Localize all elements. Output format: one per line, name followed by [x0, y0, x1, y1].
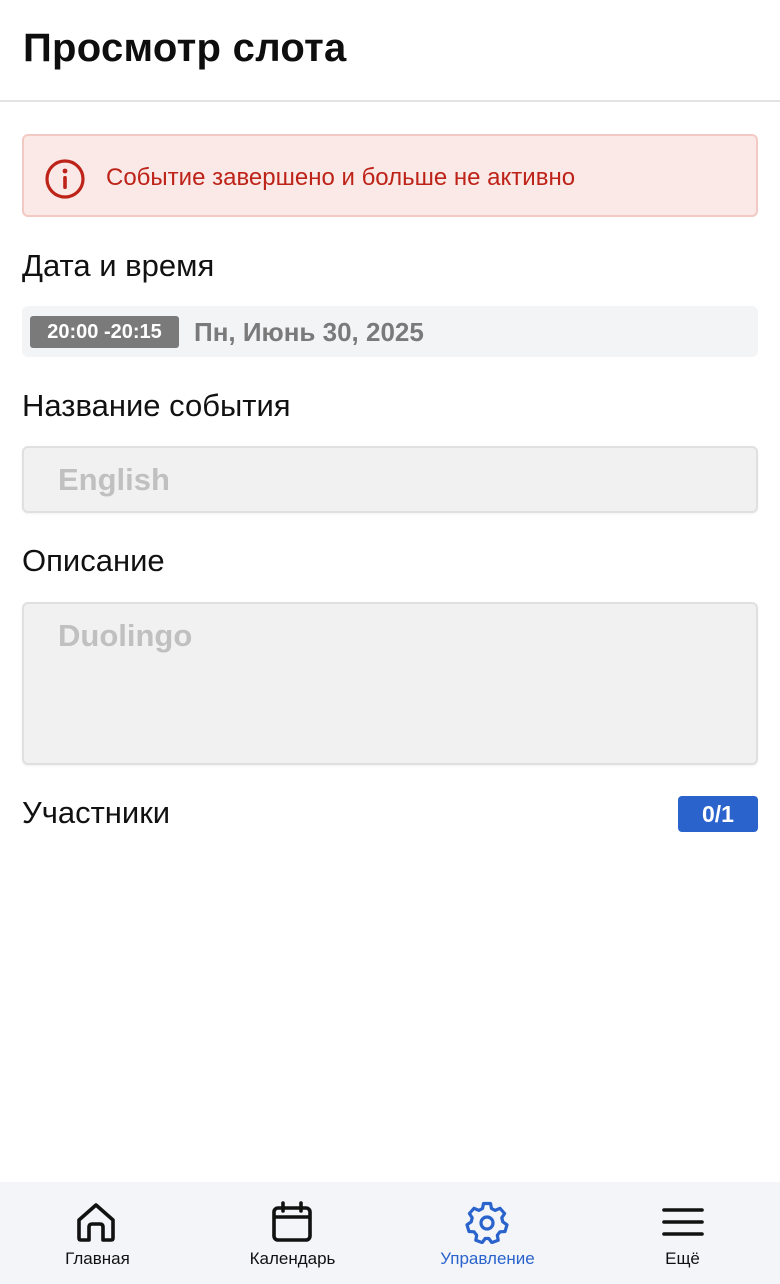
home-icon: [77, 1203, 115, 1242]
bottom-navigation: Главная Календарь Управление Ещё: [0, 1182, 780, 1284]
date-text: Пн, Июнь 30, 2025: [194, 317, 424, 347]
nav-item-home[interactable]: Главная: [0, 1182, 195, 1284]
time-range-badge: 20:00 -20:15: [30, 316, 179, 348]
alert-circle-icon: [45, 159, 85, 199]
nav-item-manage[interactable]: Управление: [390, 1182, 585, 1284]
event-ended-alert: Событие завершено и больше не активно: [22, 134, 758, 217]
event-name-label: Название события: [22, 388, 291, 423]
participants-count-badge: 0/1: [678, 796, 758, 832]
gear-icon: [465, 1201, 509, 1244]
description-label: Описание: [22, 543, 165, 578]
event-name-value: English: [58, 462, 170, 497]
header: Просмотр слота: [0, 0, 780, 102]
nav-label-more: Ещё: [665, 1249, 700, 1268]
nav-label-home: Главная: [65, 1249, 130, 1268]
nav-label-manage: Управление: [440, 1249, 535, 1268]
calendar-icon: [272, 1201, 312, 1242]
page-title: Просмотр слота: [23, 26, 347, 70]
participants-label: Участники: [22, 795, 171, 830]
nav-label-calendar: Календарь: [249, 1249, 336, 1268]
slot-view-page: Просмотр слота Событие завершено и больш…: [0, 0, 780, 1284]
description-field: Duolingo: [22, 602, 758, 765]
datetime-label: Дата и время: [22, 248, 215, 283]
datetime-row: 20:00 -20:15 Пн, Июнь 30, 2025: [22, 306, 758, 357]
alert-message: Событие завершено и больше не активно: [106, 164, 576, 191]
nav-item-more[interactable]: Ещё: [585, 1182, 780, 1284]
menu-icon: [662, 1208, 704, 1236]
nav-item-calendar[interactable]: Календарь: [195, 1182, 390, 1284]
event-name-field: English: [22, 446, 758, 513]
description-value: Duolingo: [58, 618, 193, 653]
